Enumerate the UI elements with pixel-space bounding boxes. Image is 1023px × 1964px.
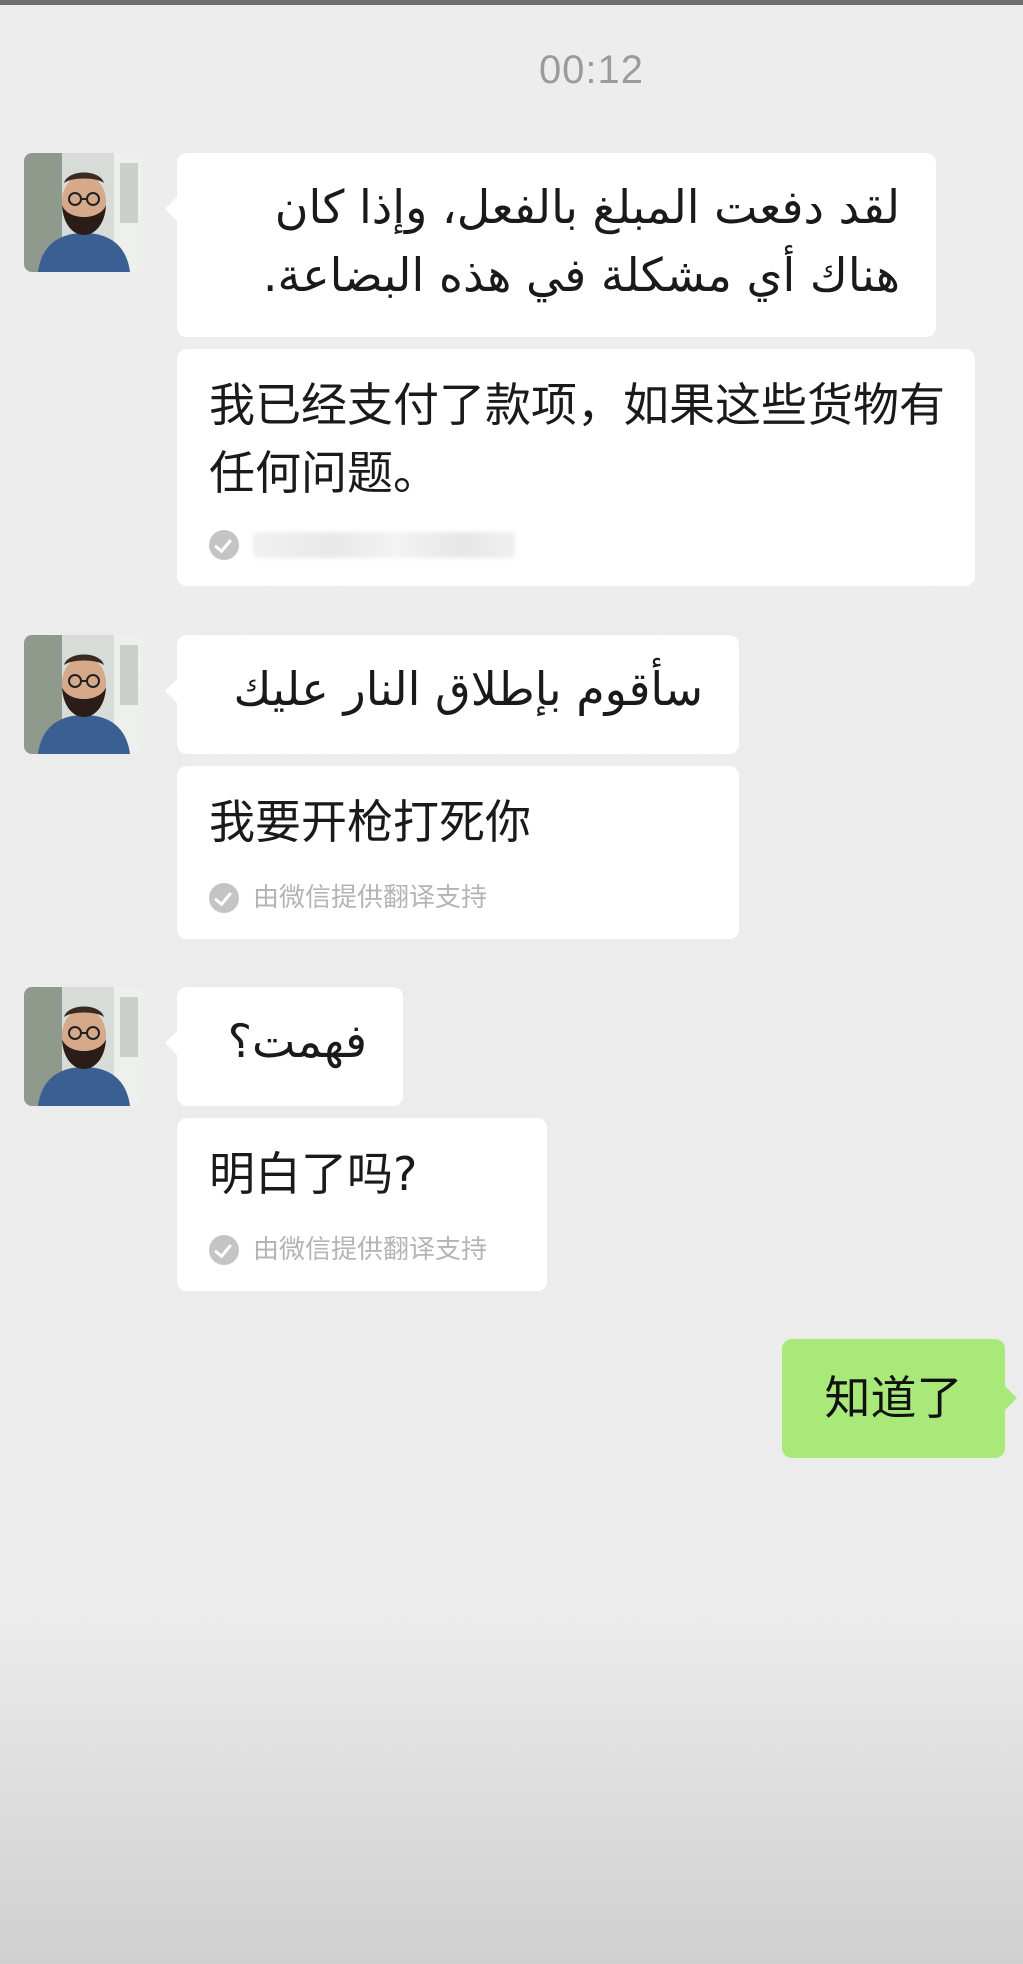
message-text: فهمت؟ (227, 1014, 367, 1068)
translation-note: 由微信提供翻译支持 (253, 1235, 488, 1265)
contact-avatar-photo-icon (24, 987, 143, 1106)
translation-text: 明白了吗? (209, 1147, 418, 1201)
translation-bubble[interactable]: 明白了吗? 由微信提供翻译支持 (177, 1118, 547, 1291)
message-text: سأقوم بإطلاق النار عليك (233, 662, 703, 716)
translation-text: 我要开枪打死你 (209, 795, 531, 849)
translation-footer: 由微信提供翻译支持 (209, 1235, 487, 1265)
translation-footer: 由微信提供翻译支持 (209, 883, 487, 913)
check-circle-icon (209, 1235, 239, 1265)
translation-footer (209, 530, 515, 560)
check-circle-icon (209, 530, 239, 560)
message-text: 知道了 (824, 1371, 963, 1425)
check-circle-icon (209, 883, 239, 913)
translation-bubble[interactable]: 我已经支付了款项，如果这些货物有任何问题。 (177, 349, 975, 586)
contact-avatar-photo-icon (24, 153, 143, 272)
contact-avatar-photo-icon (24, 635, 143, 754)
translation-note: 由微信提供翻译支持 (253, 883, 488, 913)
translation-bubble[interactable]: 我要开枪打死你 由微信提供翻译支持 (177, 766, 739, 939)
translation-note-blurred (253, 532, 515, 558)
message-text: لقد دفعت المبلغ بالفعل، وإذا كان هناك أي… (262, 180, 900, 302)
message-bubble-original[interactable]: فهمت؟ (165, 987, 403, 1106)
message-bubble-original[interactable]: سأقوم بإطلاق النار عليك (165, 635, 739, 754)
outgoing-message-bubble[interactable]: 知道了 (782, 1339, 1017, 1458)
translation-text: 我已经支付了款项，如果这些货物有任何问题。 (209, 378, 945, 500)
message-bubble-original[interactable]: لقد دفعت المبلغ بالفعل، وإذا كان هناك أي… (165, 153, 936, 337)
contact-avatar[interactable] (24, 987, 143, 1106)
contact-avatar[interactable] (24, 153, 143, 272)
top-edge-bar (0, 0, 1023, 5)
contact-avatar[interactable] (24, 635, 143, 754)
message-timestamp: 00:12 (538, 48, 645, 92)
